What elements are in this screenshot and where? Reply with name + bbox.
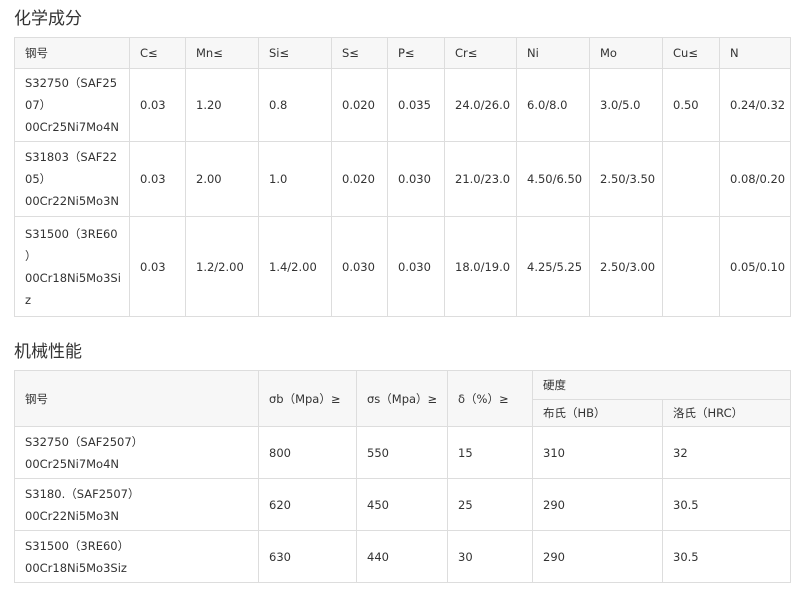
- chemical-composition-title: 化学成分: [14, 9, 82, 29]
- value-cell: 2.50/3.50: [589, 141, 663, 217]
- mech-header-row: 钢号 σb（Mpa）≥ σs（Mpa）≥ δ（%）≥ 硬度: [14, 370, 791, 427]
- value-cell: 18.0/19.0: [444, 216, 517, 317]
- value-cell: 0.05/0.10: [719, 216, 791, 317]
- value-cell: 1.20: [185, 68, 259, 142]
- mechanical-properties-table: 钢号 σb（Mpa）≥ σs（Mpa）≥ δ（%）≥ 硬度 布氏（HB） 洛氏（…: [14, 370, 791, 583]
- value-cell: 24.0/26.0: [444, 68, 517, 142]
- col-header-delta: δ（%）≥: [447, 370, 533, 427]
- col-header-hardness: 硬度: [532, 370, 791, 400]
- grade-cell: S32750（SAF25 07） 00Cr25Ni7Mo4N: [14, 68, 130, 142]
- table-row: S32750（SAF25 07） 00Cr25Ni7Mo4N 0.03 1.20…: [14, 68, 791, 142]
- value-cell: 550: [356, 426, 448, 479]
- value-cell: 0.03: [129, 216, 186, 317]
- value-cell: 0.24/0.32: [719, 68, 791, 142]
- grade-line: S3180.（SAF2507）: [25, 486, 140, 501]
- value-cell: 32: [662, 426, 791, 479]
- value-cell: 440: [356, 530, 448, 583]
- col-header-ni: Ni: [516, 37, 590, 69]
- value-cell: 21.0/23.0: [444, 141, 517, 217]
- col-header-cu: Cu≤: [662, 37, 720, 69]
- value-cell: 2.50/3.00: [589, 216, 663, 317]
- grade-line: 05）: [25, 172, 52, 186]
- value-cell: 450: [356, 478, 448, 531]
- value-cell: 2.00: [185, 141, 259, 217]
- chem-header-row: 钢号 C≤ Mn≤ Si≤ S≤ P≤ Cr≤ Ni Mo Cu≤ N: [14, 37, 791, 69]
- table-row: S3180.（SAF2507） 00Cr22Ni5Mo3N 620 450 25…: [14, 478, 791, 531]
- mechanical-properties-title: 机械性能: [14, 342, 82, 362]
- grade-line: S31500（3RE60）: [25, 538, 130, 553]
- table-row: S32750（SAF2507） 00Cr25Ni7Mo4N 800 550 15…: [14, 426, 791, 479]
- col-header-p: P≤: [387, 37, 445, 69]
- value-cell: 0.020: [331, 68, 388, 142]
- value-cell: 15: [447, 426, 533, 479]
- value-cell: 0.03: [129, 68, 186, 142]
- value-cell: [662, 216, 720, 317]
- value-cell: 0.030: [387, 141, 445, 217]
- value-cell: 1.2/2.00: [185, 216, 259, 317]
- grade-cell: S3180.（SAF2507） 00Cr22Ni5Mo3N: [14, 478, 259, 531]
- value-cell: 0.8: [258, 68, 332, 142]
- col-header-mn: Mn≤: [185, 37, 259, 69]
- col-header-cr: Cr≤: [444, 37, 517, 69]
- value-cell: 800: [258, 426, 357, 479]
- grade-cell: S31803（SAF22 05） 00Cr22Ni5Mo3N: [14, 141, 130, 217]
- col-header-si: Si≤: [258, 37, 332, 69]
- value-cell: 290: [532, 478, 663, 531]
- value-cell: 1.4/2.00: [258, 216, 332, 317]
- value-cell: 1.0: [258, 141, 332, 217]
- grade-line: 07）: [25, 98, 52, 112]
- value-cell: 310: [532, 426, 663, 479]
- value-cell: 4.25/5.25: [516, 216, 590, 317]
- value-cell: 6.0/8.0: [516, 68, 590, 142]
- value-cell: 30.5: [662, 478, 791, 531]
- grade-line: 00Cr18Ni5Mo3Si: [25, 270, 121, 285]
- grade-line: ）: [25, 248, 37, 263]
- value-cell: 0.030: [387, 216, 445, 317]
- table-row: S31803（SAF22 05） 00Cr22Ni5Mo3N 0.03 2.00…: [14, 141, 791, 217]
- col-header-c: C≤: [129, 37, 186, 69]
- col-header-s: S≤: [331, 37, 388, 69]
- grade-line: z: [25, 292, 32, 307]
- grade-line: 00Cr18Ni5Mo3Siz: [25, 560, 127, 575]
- grade-line: S32750（SAF25: [25, 76, 118, 90]
- col-header-hb: 布氏（HB）: [532, 399, 663, 427]
- value-cell: [662, 141, 720, 217]
- value-cell: 620: [258, 478, 357, 531]
- table-row: S31500（3RE60 ） 00Cr18Ni5Mo3Si z 0.03 1.2…: [14, 216, 791, 317]
- value-cell: 630: [258, 530, 357, 583]
- col-header-n: N: [719, 37, 791, 69]
- grade-cell: S32750（SAF2507） 00Cr25Ni7Mo4N: [14, 426, 259, 479]
- value-cell: 0.50: [662, 68, 720, 142]
- grade-line: S32750（SAF2507）: [25, 434, 144, 449]
- value-cell: 4.50/6.50: [516, 141, 590, 217]
- grade-line: S31803（SAF22: [25, 150, 118, 164]
- value-cell: 30: [447, 530, 533, 583]
- value-cell: 0.08/0.20: [719, 141, 791, 217]
- grade-line: 00Cr22Ni5Mo3N: [25, 194, 120, 208]
- grade-cell: S31500（3RE60 ） 00Cr18Ni5Mo3Si z: [14, 216, 130, 317]
- grade-line: 00Cr25Ni7Mo4N: [25, 456, 120, 471]
- col-header-sigma-b: σb（Mpa）≥: [258, 370, 357, 427]
- value-cell: 0.035: [387, 68, 445, 142]
- col-header-mo: Mo: [589, 37, 663, 69]
- value-cell: 0.030: [331, 216, 388, 317]
- table-row: S31500（3RE60） 00Cr18Ni5Mo3Siz 630 440 30…: [14, 530, 791, 583]
- chemical-composition-table: 钢号 C≤ Mn≤ Si≤ S≤ P≤ Cr≤ Ni Mo Cu≤ N S327…: [14, 37, 791, 317]
- grade-line: 00Cr22Ni5Mo3N: [25, 508, 120, 523]
- grade-line: 00Cr25Ni7Mo4N: [25, 120, 120, 134]
- value-cell: 290: [532, 530, 663, 583]
- col-header-hrc: 洛氏（HRC）: [662, 399, 791, 427]
- col-header-grade: 钢号: [14, 37, 130, 69]
- value-cell: 0.03: [129, 141, 186, 217]
- value-cell: 25: [447, 478, 533, 531]
- grade-line: S31500（3RE60: [25, 226, 118, 241]
- value-cell: 0.020: [331, 141, 388, 217]
- col-header-sigma-s: σs（Mpa）≥: [356, 370, 448, 427]
- value-cell: 30.5: [662, 530, 791, 583]
- col-header-grade: 钢号: [14, 370, 259, 427]
- grade-cell: S31500（3RE60） 00Cr18Ni5Mo3Siz: [14, 530, 259, 583]
- value-cell: 3.0/5.0: [589, 68, 663, 142]
